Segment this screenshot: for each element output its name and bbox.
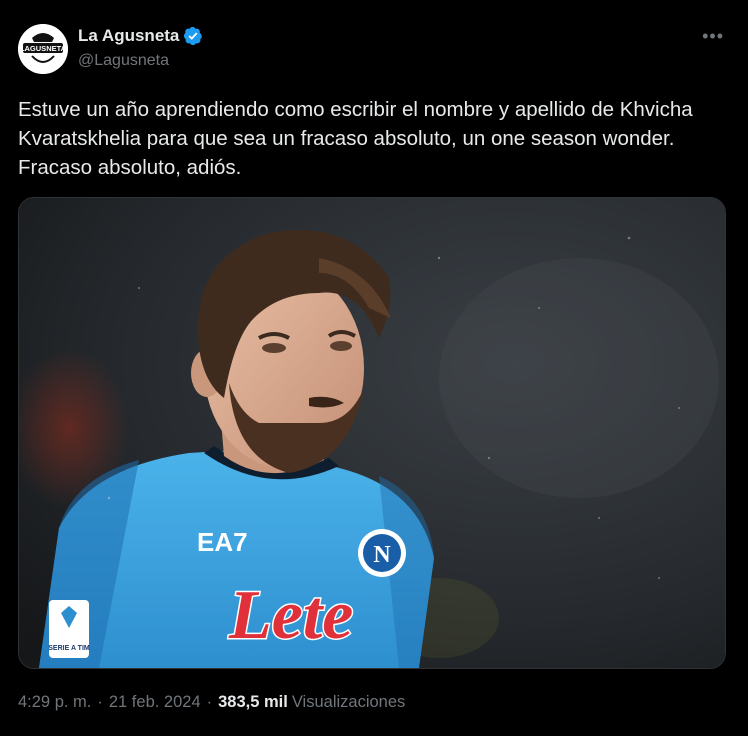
views-label[interactable]: Visualizaciones <box>292 693 405 712</box>
more-options-icon[interactable]: ••• <box>702 26 724 47</box>
meta-separator: · <box>206 693 213 711</box>
verified-badge-icon <box>183 26 203 46</box>
tweet-time[interactable]: 4:29 p. m. <box>18 693 91 712</box>
views-count[interactable]: 383,5 mil <box>218 693 288 712</box>
tweet-text: Estuve un año aprendiendo como escribir … <box>18 98 693 179</box>
crest-letter: N <box>373 542 391 568</box>
tweet-card: LAGUSNETA La Agusneta @Lagusneta ••• Est… <box>0 0 748 736</box>
avatar-logo: LAGUSNETA <box>18 24 68 74</box>
author-handle[interactable]: @Lagusneta <box>78 52 169 70</box>
tweet-metadata: 4:29 p. m. · 21 feb. 2024 · 383,5 mil Vi… <box>18 693 405 712</box>
patch-text: SERIE A TIM <box>48 645 90 652</box>
player-photo: EA7 N Lete SERIE A TIM <box>19 198 725 668</box>
author-display-name[interactable]: La Agusneta <box>78 26 179 46</box>
jersey-sponsor-text: Lete <box>228 577 353 654</box>
tweet-date[interactable]: 21 feb. 2024 <box>109 693 201 712</box>
tweet-media-photo[interactable]: EA7 N Lete SERIE A TIM <box>18 197 726 669</box>
author-name-row: La Agusneta <box>78 26 203 46</box>
author-avatar[interactable]: LAGUSNETA <box>18 24 68 74</box>
jersey-brand-text: EA7 <box>197 527 248 557</box>
avatar-text: LAGUSNETA <box>20 44 67 53</box>
meta-separator: · <box>97 693 103 711</box>
